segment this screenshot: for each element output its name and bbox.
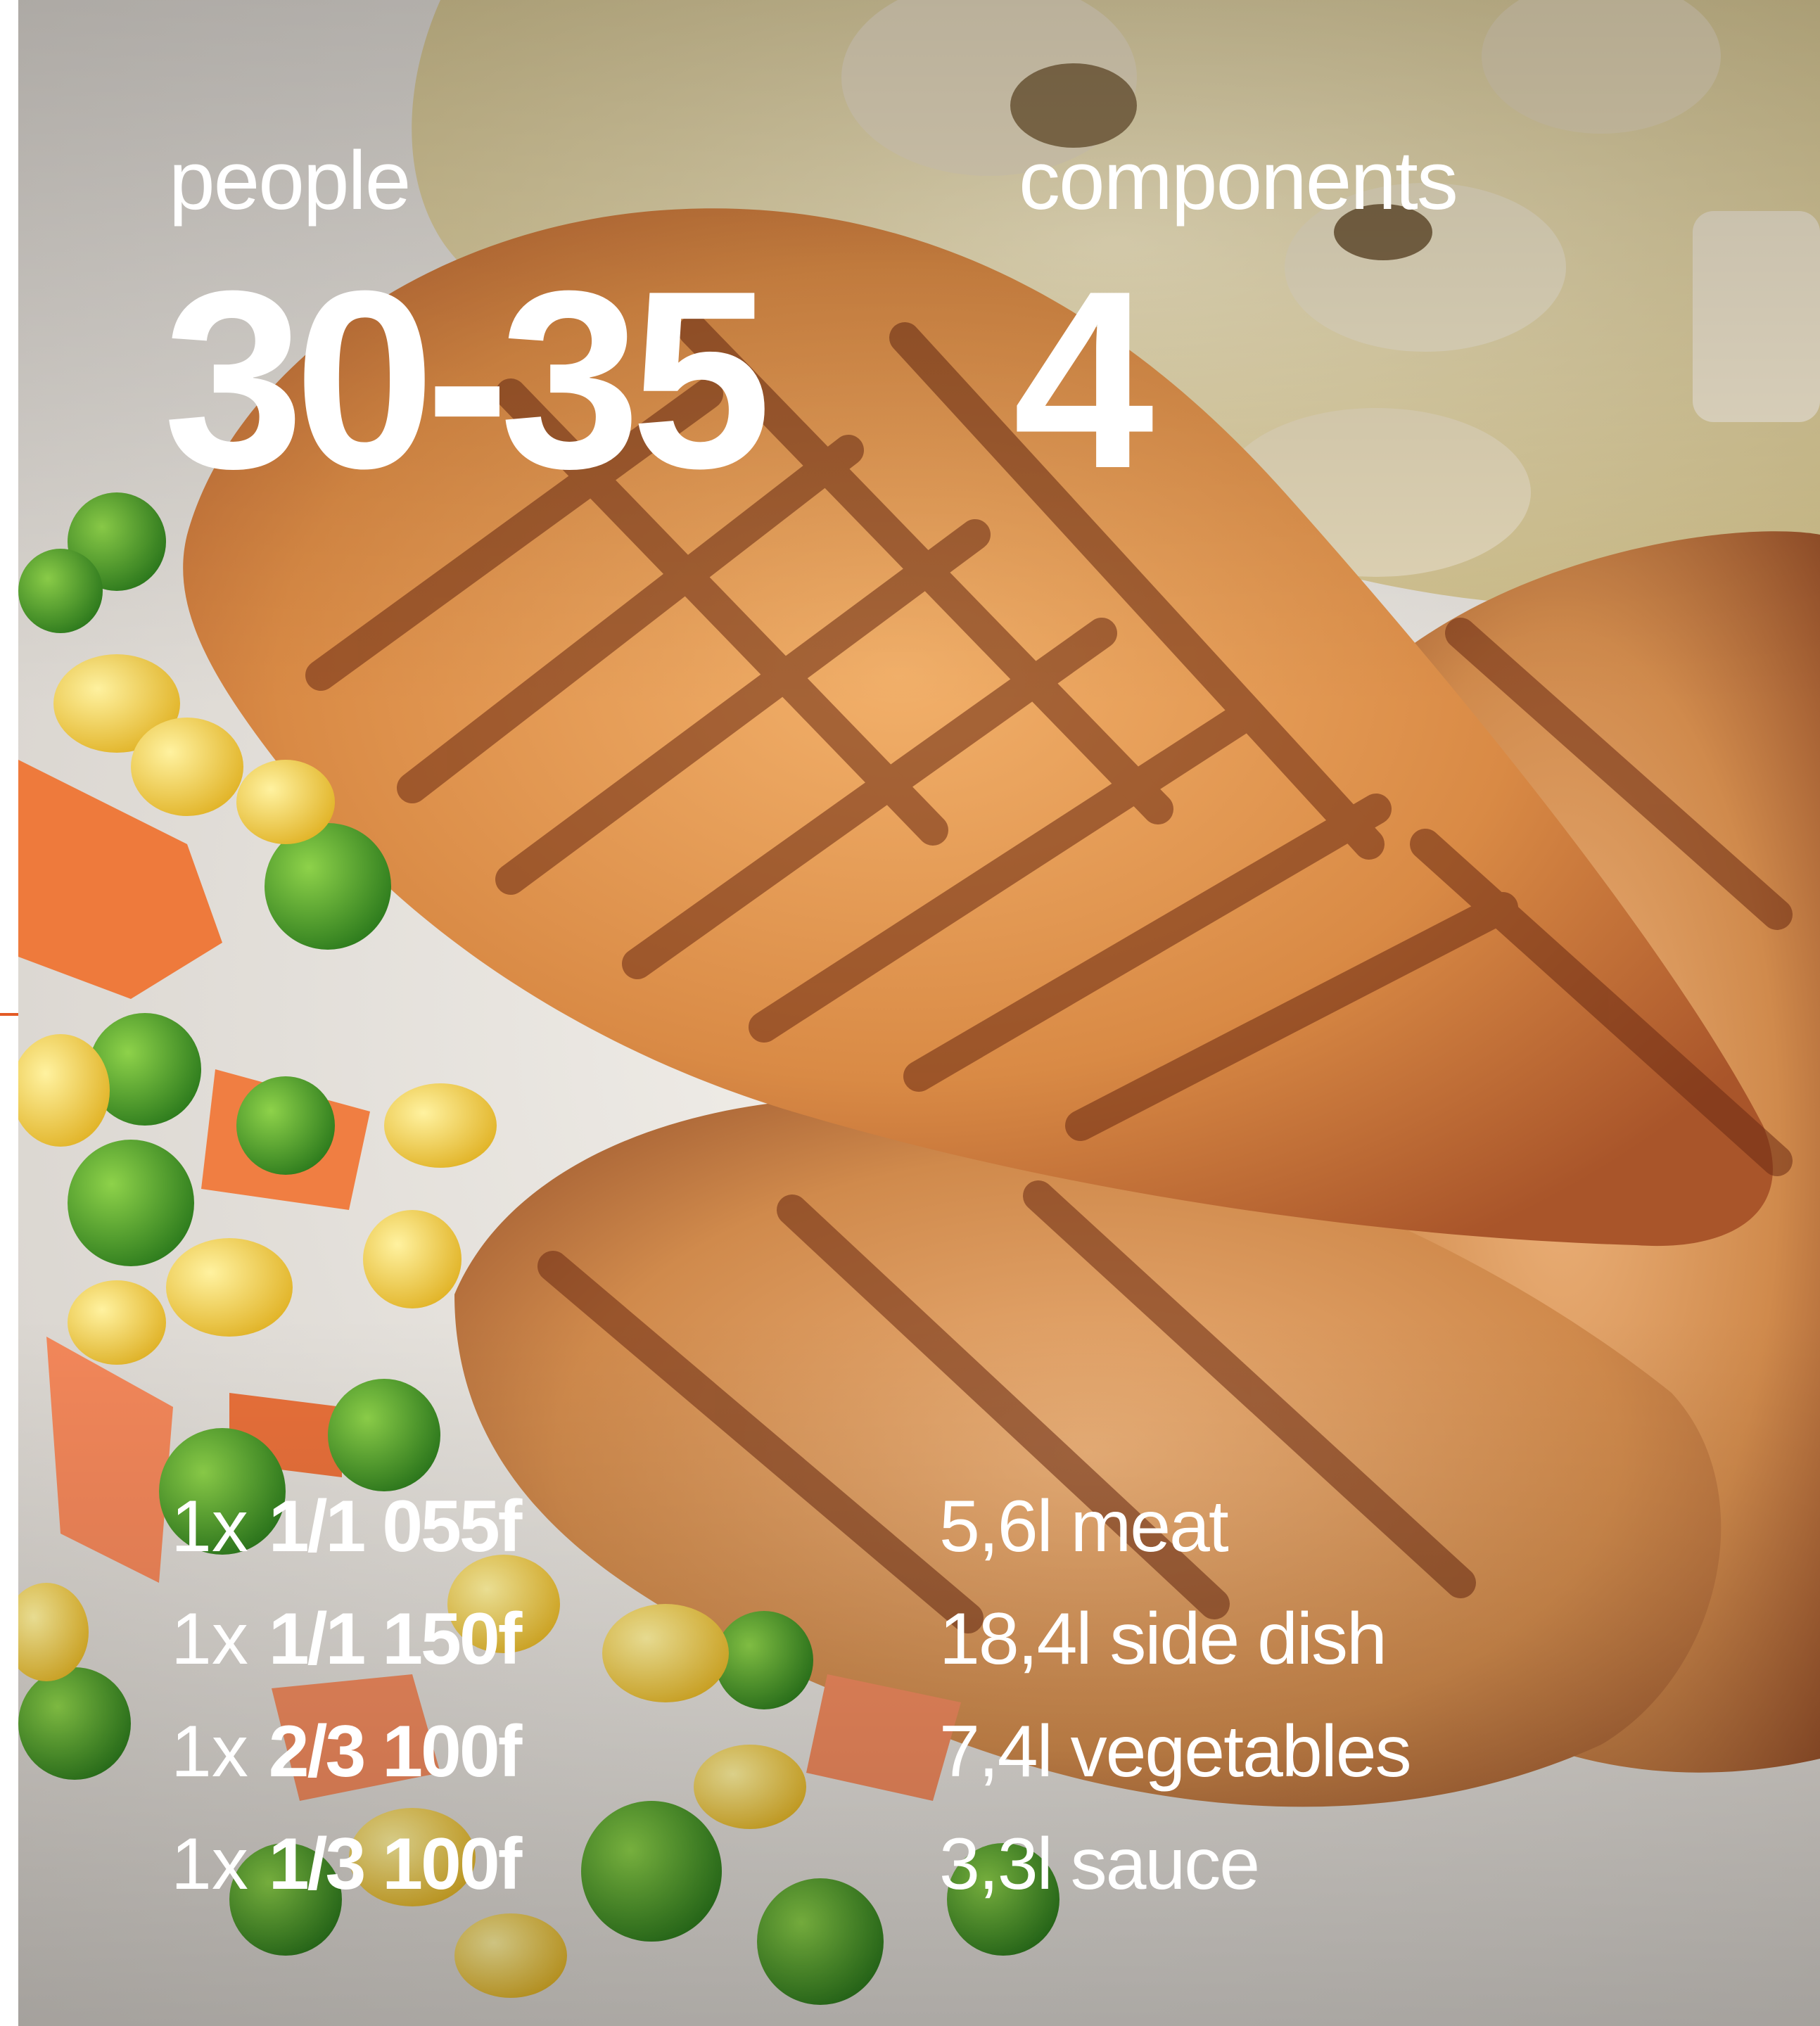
component-sauce: 3,3l sauce — [939, 1823, 1260, 1905]
pan-size: 2/3 100f — [268, 1711, 523, 1792]
pan-size: 1/1 150f — [268, 1598, 523, 1680]
pan-list: 1x 1/1 055f 1x 1/1 150f 1x 2/3 100f 1x 1… — [171, 1470, 523, 1920]
pan-count: 1x — [171, 1486, 248, 1567]
hero-card: people components 30-35 4 1x 1/1 055f 1x… — [0, 0, 1820, 2026]
people-label: people — [169, 134, 411, 227]
pan-row: 1x 2/3 100f — [171, 1695, 523, 1808]
component-meat: 5,6l meat — [939, 1486, 1229, 1567]
people-value: 30-35 — [163, 238, 772, 521]
component-list: 5,6l meat 18,4l side dish 7,4l vegetable… — [939, 1470, 1412, 1920]
pan-row: 1x 1/1 150f — [171, 1583, 523, 1695]
pan-size: 1/1 055f — [268, 1486, 523, 1567]
pan-count: 1x — [171, 1711, 248, 1792]
pan-row: 1x 1/1 055f — [171, 1470, 523, 1583]
component-vegetables: 7,4l vegetables — [939, 1711, 1412, 1792]
pan-count: 1x — [171, 1823, 248, 1905]
components-label: components — [1019, 134, 1458, 227]
pan-row: 1x 1/3 100f — [171, 1808, 523, 1920]
component-side-dish: 18,4l side dish — [939, 1598, 1387, 1680]
components-value: 4 — [1013, 238, 1154, 521]
pan-size: 1/3 100f — [268, 1823, 523, 1905]
accent-marker — [0, 1013, 18, 1016]
pan-count: 1x — [171, 1598, 248, 1680]
